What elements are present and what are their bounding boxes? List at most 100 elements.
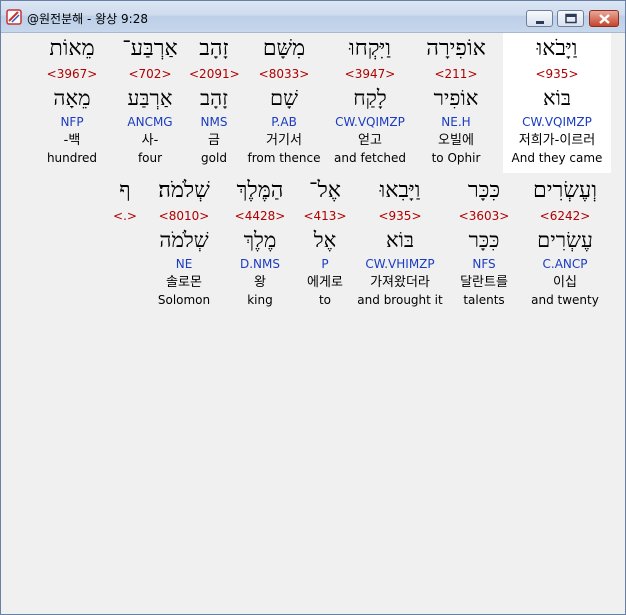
word-column[interactable]: מִשָּׁם <8033> שָׁם P.AB 거기서 from thence (243, 33, 325, 173)
morphology-code: NE.H (441, 115, 471, 129)
english-gloss: hundred (46, 151, 98, 165)
morphology-code: P.AB (271, 115, 297, 129)
hebrew-word: אוֹפִירָה (426, 36, 486, 61)
word-column[interactable]: אַרְבַּע־ <702> אַרְבַּע ANCMG 사- four (117, 33, 183, 173)
hebrew-word: אֶל־ (309, 178, 341, 203)
hebrew-lemma: כִּכָּר (468, 228, 500, 252)
korean-gloss: 솔로몬 (166, 275, 202, 290)
hebrew-lemma: אֶל (313, 228, 337, 252)
strong-number[interactable]: <4428> (227, 209, 293, 223)
maximize-button[interactable] (557, 10, 584, 27)
korean-gloss: 가져왔더라 (370, 275, 430, 290)
korean-gloss: 얻고 (358, 133, 382, 148)
hebrew-word: כִּכָּר (467, 178, 501, 203)
english-gloss: king (247, 293, 273, 307)
word-column[interactable]: וַיָּבִאוּ <935> בּוֹא CW.VHIMZP 가져왔더라 a… (357, 175, 443, 315)
english-gloss: Solomon (157, 293, 211, 307)
word-column[interactable]: כִּכָּר <3603> כִּכָּר NFS 달란트를 talents (447, 175, 521, 315)
word-column[interactable]: זָהָב <2091> זָהָב NMS 금 gold (189, 33, 240, 173)
title-bar[interactable]: @원전분해 - 왕상 9:28 (1, 1, 625, 33)
english-gloss: And they came (511, 151, 603, 165)
morphology-code: NFS (472, 257, 496, 271)
korean-gloss: 오빌에 (438, 133, 474, 148)
word-column[interactable]: מֵאוֹת <3967> מֵאָה NFP -백 hundred (43, 33, 101, 173)
hebrew-word: וַיָּבִאוּ (379, 178, 421, 203)
word-column[interactable]: הַמֶּלֶךְ <4428> מֶלֶךְ D.NMS 왕 king (227, 175, 293, 315)
hebrew-word: מִשָּׁם (262, 36, 306, 61)
hebrew-lemma: שְׁלֹמֹה (159, 228, 209, 252)
hebrew-lemma: בּוֹא (542, 86, 572, 110)
word-column[interactable]: וְעֶשְׂרִים <6242> עֶשְׂרִים C.ANCP 이십 a… (527, 175, 603, 315)
korean-gloss: 사- (141, 133, 159, 148)
morphology-code: NE (175, 257, 193, 271)
word-column[interactable]: אוֹפִירָה <211> אוֹפִיר NE.H 오빌에 to Ophi… (412, 33, 500, 173)
hebrew-word: הַמֶּלֶךְ (236, 178, 284, 203)
interlinear-panel: וַיָּבֹאוּ <935> בּוֹא CW.VQIMZP 저희가-이르러… (7, 33, 619, 609)
morphology-code: CW.VQIMZP (335, 115, 405, 129)
korean-gloss: 왕 (254, 275, 266, 290)
hebrew-lemma: זָהָב (199, 86, 229, 110)
app-icon (6, 9, 22, 25)
hebrew-word: שְׁלֹמֹה׃ (158, 178, 210, 203)
strong-number[interactable]: <702> (117, 67, 183, 81)
english-gloss: gold (201, 151, 227, 165)
word-column[interactable]: וַיִּקְחוּ <3947> לָקַח CW.VQIMZP 얻고 and… (325, 33, 415, 173)
window-title: @원전분해 - 왕상 9:28 (27, 12, 148, 26)
close-button[interactable] (589, 10, 619, 27)
korean-gloss: 달란트를 (460, 275, 508, 290)
strong-number[interactable]: <211> (412, 67, 500, 81)
strong-number[interactable]: <8033> (243, 67, 325, 81)
strong-number[interactable]: <2091> (189, 67, 240, 81)
hebrew-word: אַרְבַּע־ (122, 36, 178, 61)
morphology-code: P (321, 257, 329, 271)
korean-gloss: 에게로 (307, 275, 343, 290)
korean-gloss: 이십 (553, 275, 577, 290)
strong-number[interactable]: <6242> (527, 209, 603, 223)
hebrew-lemma: מֵאָה (53, 86, 91, 110)
hebrew-lemma: בּוֹא (385, 228, 415, 252)
morphology-code: CW.VHIMZP (365, 257, 435, 271)
english-gloss: to (318, 293, 332, 307)
english-gloss: from thence (247, 151, 321, 165)
word-column[interactable]: שְׁלֹמֹה׃ <8010> שְׁלֹמֹה NE 솔로몬 Solomon (145, 175, 223, 315)
strong-number[interactable]: <3967> (43, 67, 101, 81)
english-gloss: and fetched (334, 151, 406, 165)
hebrew-word: וַיָּבֹאוּ (536, 36, 578, 61)
korean-gloss: 거기서 (266, 133, 302, 148)
morphology-code: CW.VQIMZP (522, 115, 592, 129)
english-gloss: to Ophir (431, 151, 481, 165)
minimize-button[interactable] (526, 10, 553, 27)
maximize-icon (565, 13, 577, 24)
korean-gloss: -백 (63, 133, 81, 148)
morphology-code: D.NMS (239, 257, 280, 271)
morphology-code: NFP (60, 115, 84, 129)
english-gloss: talents (463, 293, 505, 307)
hebrew-lemma: מֶלֶךְ (243, 228, 277, 252)
close-icon (599, 14, 610, 24)
strong-number[interactable]: <935> (503, 67, 611, 81)
strong-number[interactable]: <.> (111, 209, 139, 223)
english-gloss: four (137, 151, 163, 165)
english-gloss: and brought it (357, 293, 443, 307)
strong-number[interactable]: <3603> (447, 209, 521, 223)
strong-number[interactable]: <413> (297, 209, 353, 223)
hebrew-word: וְעֶשְׂרִים (533, 178, 597, 203)
minimize-icon (536, 21, 544, 24)
korean-gloss: 저희가-이르러 (518, 133, 596, 148)
english-gloss: and twenty (531, 293, 599, 307)
app-window: @원전분해 - 왕상 9:28 וַיָּבֹאוּ <935> בּוֹא C… (0, 0, 626, 615)
hebrew-lemma: אַרְבַּע (127, 86, 173, 110)
hebrew-word: מֵאוֹת (49, 36, 95, 61)
hebrew-word: זָהָב (199, 36, 229, 61)
strong-number[interactable]: <935> (357, 209, 443, 223)
strong-number[interactable]: <8010> (145, 209, 223, 223)
word-column[interactable]: אֶל־ <413> אֶל P 에게로 to (297, 175, 353, 315)
strong-number[interactable]: <3947> (325, 67, 415, 81)
morphology-code: ANCMG (127, 115, 173, 129)
word-column[interactable]: וַיָּבֹאוּ <935> בּוֹא CW.VQIMZP 저희가-이르러… (503, 33, 611, 173)
hebrew-lemma: שָׁם (270, 86, 298, 110)
morphology-code: C.ANCP (542, 257, 588, 271)
hebrew-lemma: אוֹפִיר (433, 86, 479, 110)
hebrew-word: ף (119, 178, 131, 203)
word-column[interactable]: ף <.> (111, 175, 139, 315)
